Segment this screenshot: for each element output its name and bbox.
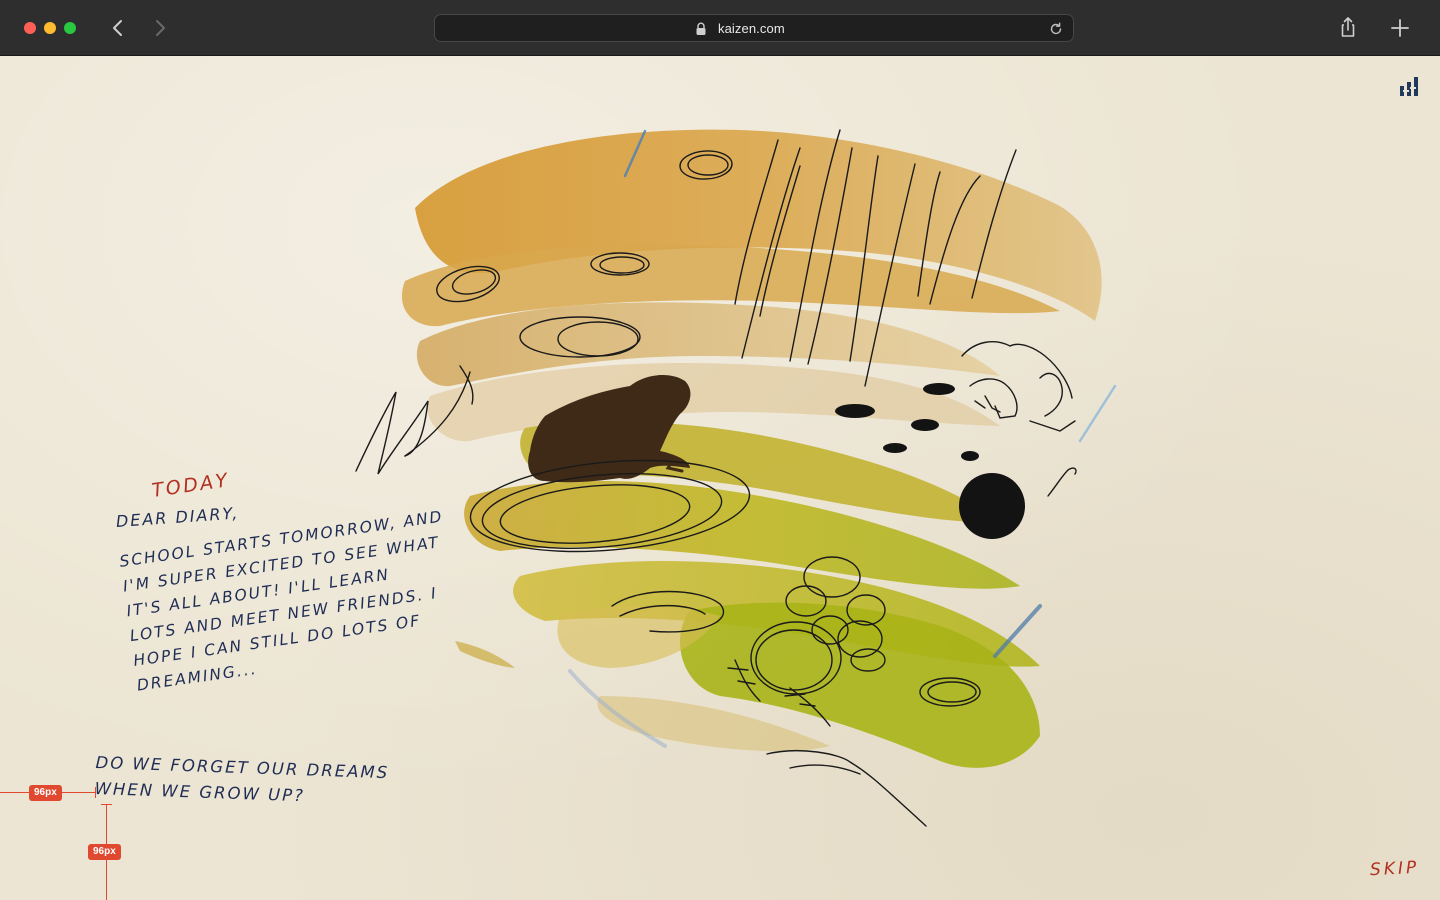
chevron-right-icon: [156, 20, 165, 36]
address-bar[interactable]: kaizen.com: [434, 14, 1074, 42]
skip-button[interactable]: SKIP: [1370, 858, 1420, 881]
maximize-window-button[interactable]: [64, 22, 76, 34]
lock-icon: [696, 22, 706, 35]
ochre-brush-strokes: [401, 129, 1102, 442]
page-canvas: TODAY DEAR DIARY, SCHOOL STARTS TOMORROW…: [0, 56, 1440, 900]
share-icon: [1341, 17, 1355, 37]
url-text: kaizen.com: [718, 21, 785, 36]
chevron-left-icon: [113, 20, 122, 36]
bar-chart-logo-icon[interactable]: [1398, 76, 1422, 98]
new-tab-button[interactable]: [1388, 14, 1412, 42]
back-button[interactable]: [104, 14, 132, 42]
spacing-guide-cap: [101, 804, 112, 805]
spacing-badge-vertical: 96px: [88, 844, 121, 860]
spacing-guide-cap: [95, 787, 96, 798]
dream-question: DO WE FORGET OUR DREAMS WHEN WE GROW UP?: [94, 750, 389, 812]
forward-button[interactable]: [146, 14, 174, 42]
close-window-button[interactable]: [24, 22, 36, 34]
share-button[interactable]: [1336, 14, 1360, 42]
reload-icon[interactable]: [1049, 22, 1063, 36]
plus-icon: [1391, 19, 1409, 37]
spacing-badge-horizontal: 96px: [29, 785, 62, 801]
minimize-window-button[interactable]: [44, 22, 56, 34]
browser-toolbar: kaizen.com: [0, 0, 1440, 56]
